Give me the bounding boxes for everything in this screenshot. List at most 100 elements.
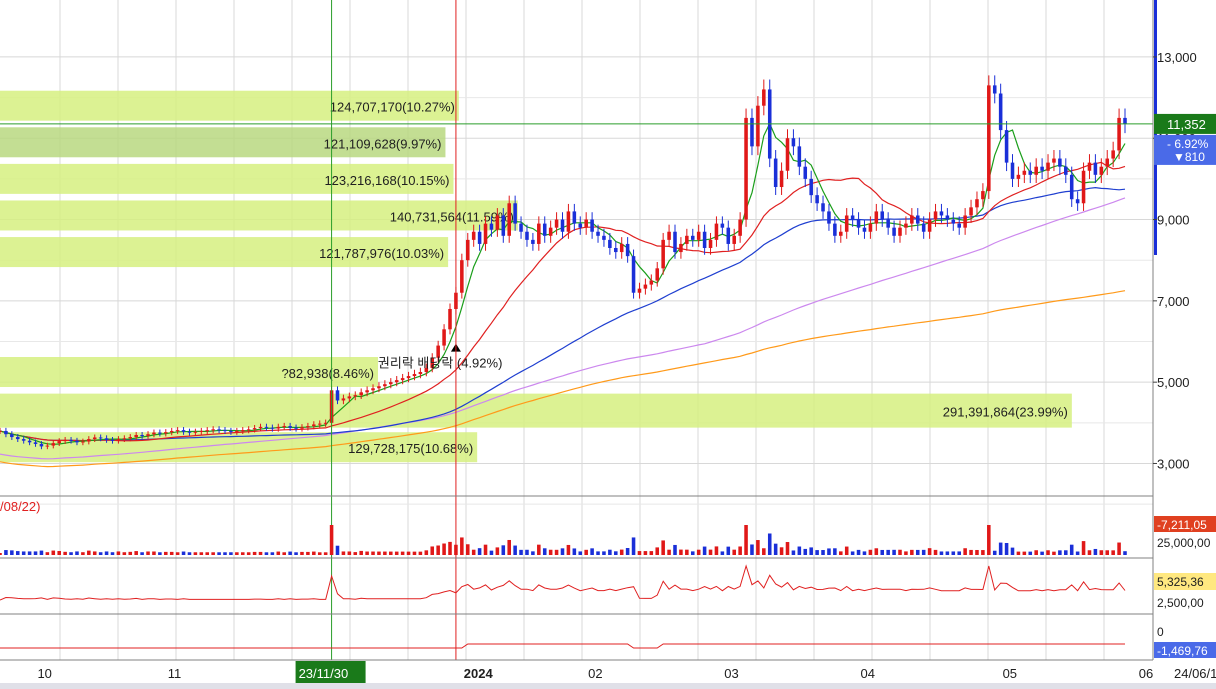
candle-body xyxy=(164,432,168,434)
candle-body xyxy=(1111,150,1115,159)
volume-bar xyxy=(57,551,61,555)
candle-body xyxy=(400,378,405,381)
volume-bar xyxy=(134,551,138,555)
candle-body xyxy=(217,429,221,431)
candle-body xyxy=(75,440,79,443)
volume-bar xyxy=(193,552,198,555)
volume-bar xyxy=(276,551,281,555)
volume-bar xyxy=(921,549,926,555)
volume-profile-label: 140,731,564(11.59%) xyxy=(390,209,514,224)
volume-bar xyxy=(1075,551,1080,555)
volume-bar xyxy=(0,553,2,555)
volume-bar xyxy=(1034,550,1038,555)
volume-bar xyxy=(353,552,358,555)
candle-body xyxy=(412,374,417,377)
volume-profile: 124,707,170(10.27%) 121,109,628(9.97%) 123… xyxy=(0,90,1072,463)
stock-chart: 124,707,170(10.27%) 121,109,628(9.97%) 123… xyxy=(0,0,1216,689)
volume-bar xyxy=(933,549,938,555)
volume-bar xyxy=(495,547,500,555)
candle-body xyxy=(1052,158,1056,163)
candle-body xyxy=(951,219,956,224)
volume-bar xyxy=(590,548,594,555)
volume-bar xyxy=(98,552,103,555)
volume-bar xyxy=(1081,541,1086,555)
candle-body xyxy=(619,243,624,253)
volume-bar xyxy=(939,551,944,555)
candle-body xyxy=(797,146,802,167)
volume-bar xyxy=(519,549,523,555)
candle-body xyxy=(341,398,346,401)
candle-body xyxy=(779,170,784,188)
candle-body xyxy=(602,235,606,240)
price-tick-label: 5,000 xyxy=(1157,375,1190,390)
candle-body xyxy=(312,424,316,427)
indicator2-line xyxy=(0,564,1126,601)
volume-bar xyxy=(15,551,20,555)
candle-body xyxy=(1087,162,1092,171)
volume-bar xyxy=(566,544,571,555)
candle-body xyxy=(1099,166,1104,175)
volume-bar xyxy=(809,547,813,555)
volume-bar xyxy=(460,537,464,555)
volume-bar xyxy=(424,550,429,555)
price-tick-label: 7,000 xyxy=(1157,294,1190,309)
volume-bar xyxy=(643,551,648,555)
candle-body xyxy=(927,219,932,232)
volume-bar xyxy=(400,551,405,555)
date-label: 03 xyxy=(724,666,738,681)
volume-bar xyxy=(51,550,56,555)
volume-bar xyxy=(412,551,417,555)
volume-bar xyxy=(803,548,808,555)
candle-body xyxy=(152,432,156,435)
volume-bar xyxy=(1022,551,1027,555)
candle-body xyxy=(51,443,56,446)
volume-bar xyxy=(211,552,215,555)
candle-body xyxy=(531,239,535,244)
candle-body xyxy=(187,431,192,433)
candle-body xyxy=(211,429,215,431)
candle-body xyxy=(821,203,825,212)
volume-bar xyxy=(282,552,286,555)
volume-bar xyxy=(1028,551,1033,555)
volume-bar xyxy=(625,548,630,555)
candle-body xyxy=(898,227,902,236)
volume-bar xyxy=(637,551,642,555)
annotation-label: 권리락 배당락 (4.92%) xyxy=(378,356,503,371)
volume-bar xyxy=(371,551,375,555)
candle-body xyxy=(608,239,612,248)
candle-body xyxy=(98,437,103,439)
volume-bar xyxy=(542,548,547,555)
volume-bar xyxy=(1105,550,1110,555)
candle-body xyxy=(637,288,642,293)
volume-bar xyxy=(264,552,269,555)
candle-body xyxy=(548,227,553,236)
volume-bar xyxy=(537,544,541,555)
volume-bar xyxy=(531,551,535,555)
candle-body xyxy=(495,215,500,230)
volume-bar xyxy=(602,551,606,555)
candle-body xyxy=(371,388,375,391)
volume-bar xyxy=(631,537,636,555)
date-label: 11 xyxy=(168,666,182,681)
volume-bar xyxy=(394,551,399,555)
candle-body xyxy=(193,431,198,433)
volume-bar xyxy=(87,550,91,555)
volume-bar xyxy=(827,548,831,555)
volume-bar xyxy=(21,551,26,555)
volume-bar xyxy=(436,545,440,555)
volume-bar xyxy=(862,551,867,555)
candle-body xyxy=(614,248,618,253)
volume-bar xyxy=(785,542,790,555)
volume-profile-bar xyxy=(0,393,1072,428)
candle-body xyxy=(146,434,150,436)
volume-bar xyxy=(649,551,654,555)
volume-bar xyxy=(116,551,121,555)
date-label: 23/11/30 xyxy=(299,666,349,681)
volume-bar xyxy=(815,550,819,555)
volume-bar xyxy=(945,551,950,555)
candle-body xyxy=(732,235,736,244)
volume-bar xyxy=(175,552,180,555)
candle-body xyxy=(975,199,979,208)
volume-bar xyxy=(181,551,186,555)
candle-body xyxy=(175,430,180,432)
